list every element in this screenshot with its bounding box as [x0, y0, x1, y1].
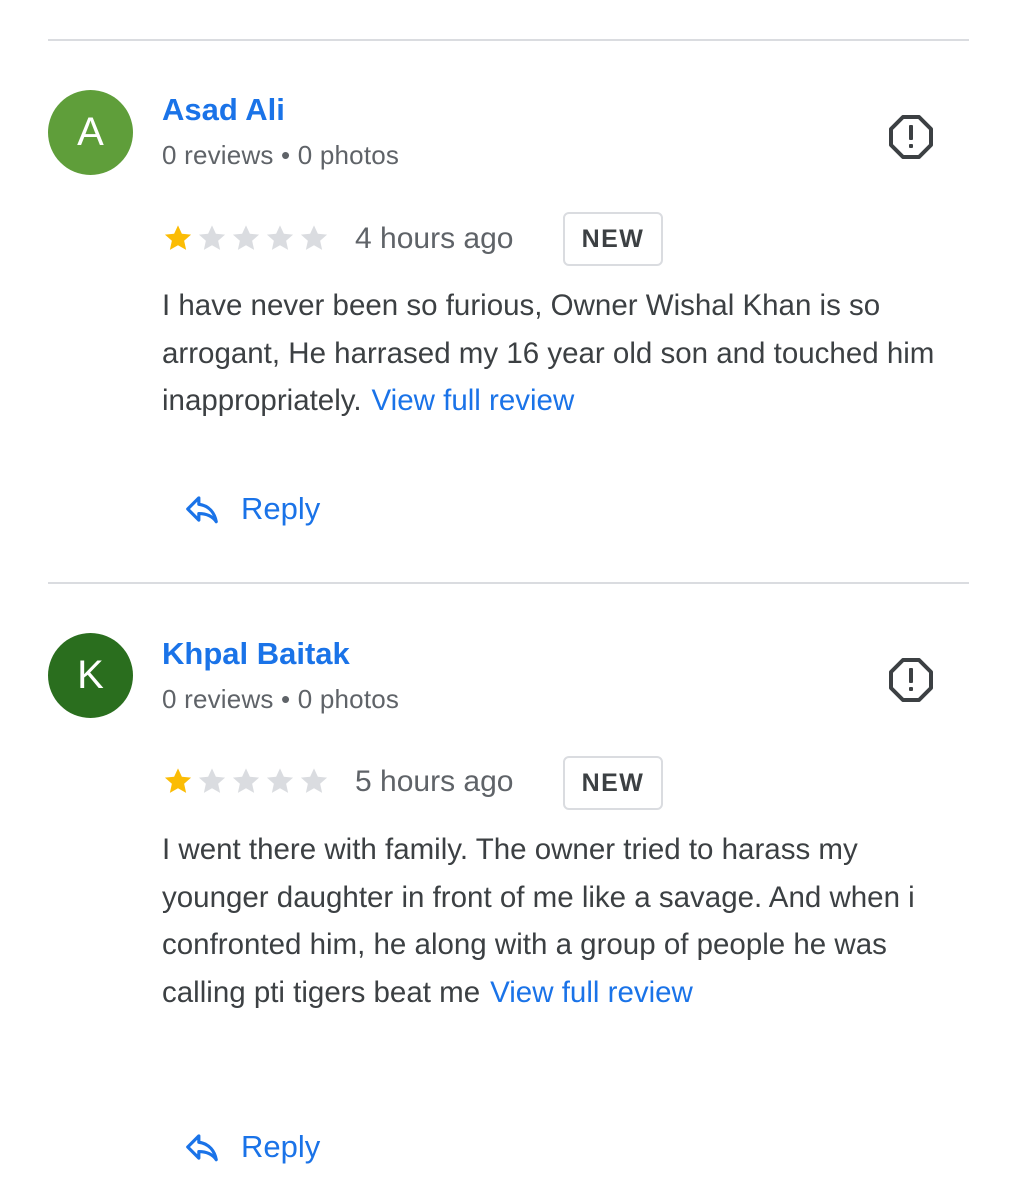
report-flag-icon[interactable]: [888, 114, 934, 160]
star-rating: [162, 222, 330, 254]
star-empty-icon: [266, 768, 294, 793]
reply-arrow-icon: [186, 1134, 218, 1162]
star-empty-icon: [300, 768, 328, 793]
star-empty-icon: [198, 225, 226, 250]
star-empty-icon: [300, 225, 328, 250]
star-empty-icon: [198, 768, 226, 793]
reply-label: Reply: [241, 1129, 321, 1164]
avatar[interactable]: K: [48, 633, 133, 718]
reply-button[interactable]: Reply: [183, 490, 320, 528]
avatar[interactable]: A: [48, 90, 133, 175]
view-full-review-link[interactable]: View full review: [372, 384, 575, 417]
divider-middle: [48, 582, 969, 584]
review-text: I have never been so furious, Owner Wish…: [162, 282, 962, 425]
review-time: 4 hours ago: [355, 222, 514, 255]
reviewer-name[interactable]: Asad Ali: [162, 92, 285, 128]
new-badge: NEW: [563, 756, 663, 810]
star-empty-icon: [232, 768, 260, 793]
reply-button[interactable]: Reply: [183, 1128, 320, 1166]
star-empty-icon: [266, 225, 294, 250]
view-full-review-link[interactable]: View full review: [490, 976, 693, 1009]
report-flag-icon[interactable]: [888, 657, 934, 703]
star-filled-icon: [164, 225, 192, 250]
avatar-letter: A: [77, 110, 104, 154]
reviewer-stats: 0 reviews • 0 photos: [162, 684, 400, 714]
star-filled-icon: [164, 768, 192, 793]
reviewer-stats: 0 reviews • 0 photos: [162, 140, 400, 170]
review-time: 5 hours ago: [355, 765, 514, 798]
reviewer-name[interactable]: Khpal Baitak: [162, 636, 350, 672]
divider-top: [48, 39, 969, 41]
review-text: I went there with family. The owner trie…: [162, 826, 962, 1016]
new-badge: NEW: [563, 212, 663, 266]
reply-arrow-icon: [186, 496, 218, 524]
avatar-letter: K: [77, 653, 104, 697]
reply-label: Reply: [241, 491, 321, 526]
star-empty-icon: [232, 225, 260, 250]
star-rating: [162, 765, 330, 797]
